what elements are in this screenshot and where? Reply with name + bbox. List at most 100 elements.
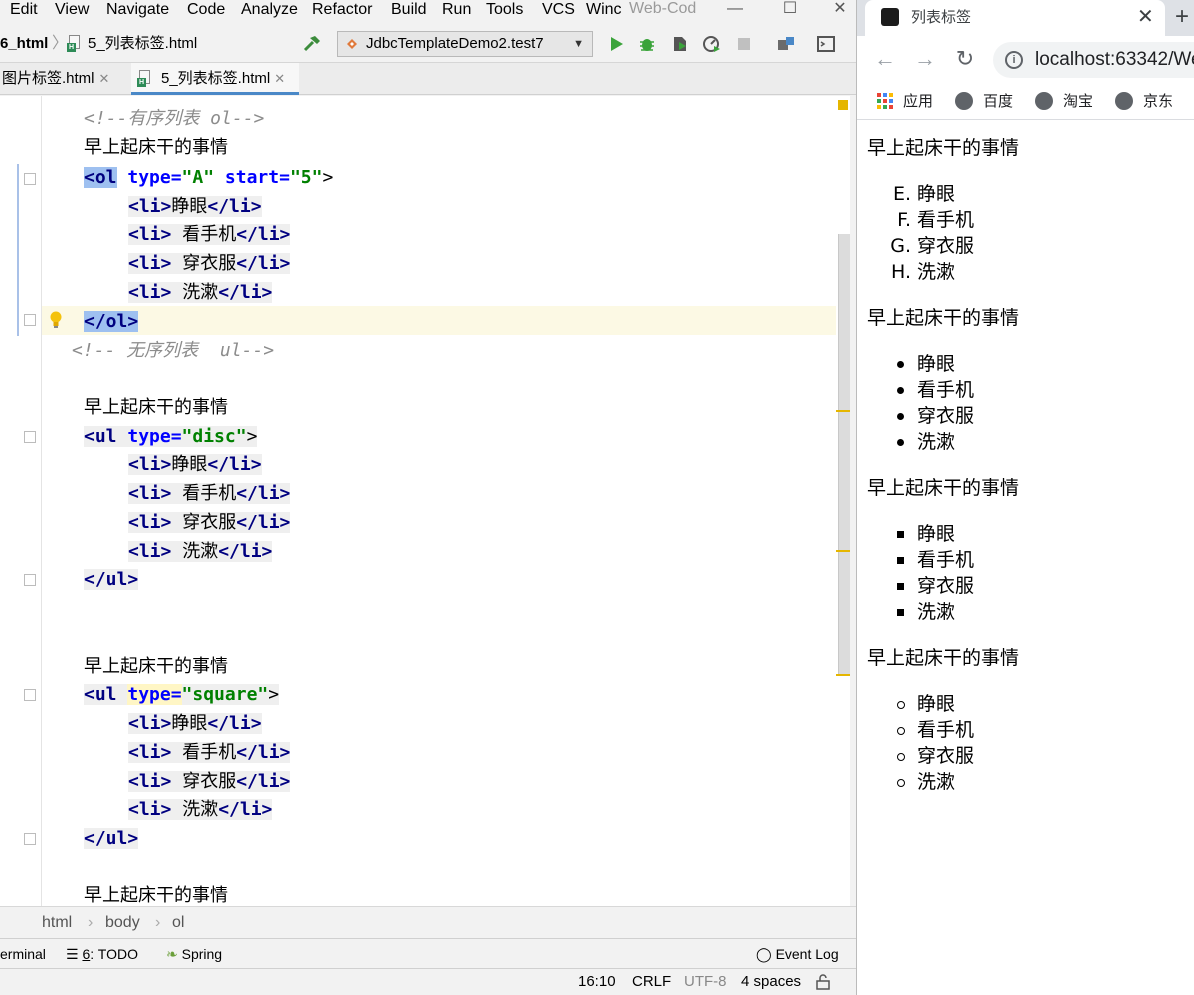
- close-icon[interactable]: ✕: [274, 71, 285, 86]
- menu-analyze[interactable]: Analyze: [241, 0, 298, 20]
- code-line-li: <li>睁眼</li>: [128, 196, 262, 217]
- project-structure-icon[interactable]: [776, 34, 796, 54]
- back-arrow-icon[interactable]: ←: [873, 47, 897, 71]
- chevron-right-icon: ›: [155, 914, 161, 931]
- menu-code[interactable]: Code: [187, 0, 225, 20]
- fold-marker[interactable]: [24, 314, 36, 326]
- minimize-button[interactable]: —: [715, 0, 755, 20]
- spring-tool-button[interactable]: ❧ Spring: [166, 945, 222, 963]
- menu-tools[interactable]: Tools: [486, 0, 523, 20]
- new-tab-plus-icon[interactable]: +: [1175, 4, 1189, 30]
- breadcrumb-folder[interactable]: 6_html: [0, 35, 48, 53]
- close-icon[interactable]: ✕: [1137, 6, 1154, 28]
- globe-icon: [955, 92, 973, 110]
- disc-bullet-icon: [897, 361, 904, 368]
- list-item: 穿衣服: [917, 575, 975, 597]
- code-text-heading: 早上起床干的事情: [84, 137, 228, 158]
- forward-arrow-icon[interactable]: →: [913, 47, 937, 71]
- browser-tab[interactable]: 列表标签 ✕: [865, 0, 1165, 36]
- stop-icon[interactable]: [734, 34, 754, 54]
- list-item: 洗漱: [917, 431, 956, 453]
- bookmark-apps[interactable]: 应用: [903, 93, 933, 111]
- leaf-icon: ❧: [166, 946, 178, 962]
- build-hammer-icon[interactable]: [302, 34, 322, 54]
- code-editor[interactable]: <!--有序列表 ol--> 早上起床干的事情 <ol type="A" sta…: [0, 96, 850, 906]
- fold-marker[interactable]: [24, 689, 36, 701]
- change-marker: [17, 164, 19, 336]
- code-line-li: <li> 洗漱</li>: [128, 799, 273, 820]
- circle-bullet-icon: [897, 753, 905, 761]
- lightbulb-icon[interactable]: [49, 311, 63, 329]
- menu-view[interactable]: View: [55, 0, 89, 20]
- bookmark-baidu[interactable]: 百度: [983, 93, 1013, 111]
- chevron-right-icon: 〉: [52, 35, 69, 52]
- fold-marker[interactable]: [24, 833, 36, 845]
- file-encoding[interactable]: UTF-8: [684, 972, 727, 992]
- page-heading: 早上起床干的事情: [867, 647, 1020, 669]
- close-icon[interactable]: ✕: [99, 71, 110, 86]
- event-log-button[interactable]: ◯ Event Log: [756, 945, 839, 963]
- code-line-li: <li>睁眼</li>: [128, 713, 262, 734]
- error-stripe-mark[interactable]: [836, 550, 850, 552]
- warning-indicator[interactable]: [838, 100, 848, 110]
- todo-tool-button[interactable]: ☰ 6: TODO: [66, 945, 138, 963]
- fold-marker[interactable]: [24, 173, 36, 185]
- code-line-li: <li> 看手机</li>: [128, 483, 291, 504]
- code-line-li: <li>睁眼</li>: [128, 454, 262, 475]
- maximize-button[interactable]: ☐: [770, 0, 810, 20]
- menu-build[interactable]: Build: [391, 0, 427, 20]
- disc-bullet-icon: [897, 387, 904, 394]
- indent-setting[interactable]: 4 spaces: [741, 972, 801, 992]
- menu-navigate[interactable]: Navigate: [106, 0, 169, 20]
- tab-image-html[interactable]: 图片标签.html ✕: [2, 63, 109, 95]
- menu-bar: Edit View Navigate Code Analyze Refactor…: [0, 0, 856, 22]
- crumb-ol[interactable]: ol: [172, 913, 184, 933]
- coverage-icon[interactable]: [670, 34, 690, 54]
- editor-gutter: [0, 96, 42, 906]
- browser-tab-strip: 列表标签 ✕ +: [857, 0, 1194, 36]
- list-item: 看手机: [917, 379, 975, 401]
- caret-position[interactable]: 16:10: [578, 972, 616, 992]
- chevron-down-icon: ▼: [573, 38, 584, 50]
- list-item: 洗漱: [917, 261, 956, 283]
- crumb-html[interactable]: html: [42, 913, 72, 933]
- menu-window[interactable]: Winc: [586, 0, 622, 20]
- error-stripe-mark[interactable]: [836, 410, 850, 412]
- line-separator[interactable]: CRLF: [632, 972, 671, 992]
- fold-marker[interactable]: [24, 431, 36, 443]
- menu-edit[interactable]: Edit: [10, 0, 38, 20]
- code-text-heading: 早上起床干的事情: [84, 885, 228, 906]
- run-icon[interactable]: [606, 34, 626, 54]
- page-heading: 早上起床干的事情: [867, 137, 1020, 159]
- menu-refactor[interactable]: Refactor: [312, 0, 372, 20]
- page-content: 早上起床干的事情 E. 睁眼 F. 看手机 G. 穿衣服 H. 洗漱 早上起床干…: [857, 121, 1194, 995]
- menu-run[interactable]: Run: [442, 0, 471, 20]
- lock-icon[interactable]: [816, 974, 830, 990]
- editor-scrollbar[interactable]: [838, 234, 850, 674]
- profile-icon[interactable]: [702, 34, 722, 54]
- bookmark-jd[interactable]: 京东: [1143, 93, 1173, 111]
- close-window-button[interactable]: ✕: [820, 0, 856, 20]
- code-line-ul-open: <ul type="disc">: [84, 426, 258, 447]
- fold-marker[interactable]: [24, 574, 36, 586]
- speech-bubble-icon: ◯: [756, 946, 772, 962]
- browser-toolbar: ← → ↻ i localhost:63342/We: [857, 36, 1194, 84]
- run-configuration-label: JdbcTemplateDemo2.test7: [366, 35, 544, 52]
- info-icon[interactable]: i: [1005, 51, 1023, 69]
- list-item: 穿衣服: [917, 235, 975, 257]
- debug-icon[interactable]: [637, 34, 657, 54]
- menu-vcs[interactable]: VCS: [542, 0, 575, 20]
- reload-icon[interactable]: ↻: [953, 47, 977, 71]
- ol-marker: F.: [897, 209, 911, 231]
- bookmark-taobao[interactable]: 淘宝: [1063, 93, 1093, 111]
- terminal-tool-button[interactable]: erminal: [0, 945, 46, 963]
- tab-list-html[interactable]: H 5_列表标签.html ✕: [131, 63, 299, 95]
- code-comment-ol: <!--有序列表 ol-->: [84, 108, 265, 129]
- crumb-body[interactable]: body: [105, 913, 140, 933]
- error-stripe-mark[interactable]: [836, 674, 850, 676]
- code-line-li: <li> 看手机</li>: [128, 224, 291, 245]
- breadcrumb-file[interactable]: 5_列表标签.html: [88, 35, 197, 53]
- address-bar[interactable]: i localhost:63342/We: [993, 42, 1194, 78]
- run-configuration-select[interactable]: JdbcTemplateDemo2.test7 ▼: [337, 31, 593, 57]
- terminal-window-icon[interactable]: [816, 34, 836, 54]
